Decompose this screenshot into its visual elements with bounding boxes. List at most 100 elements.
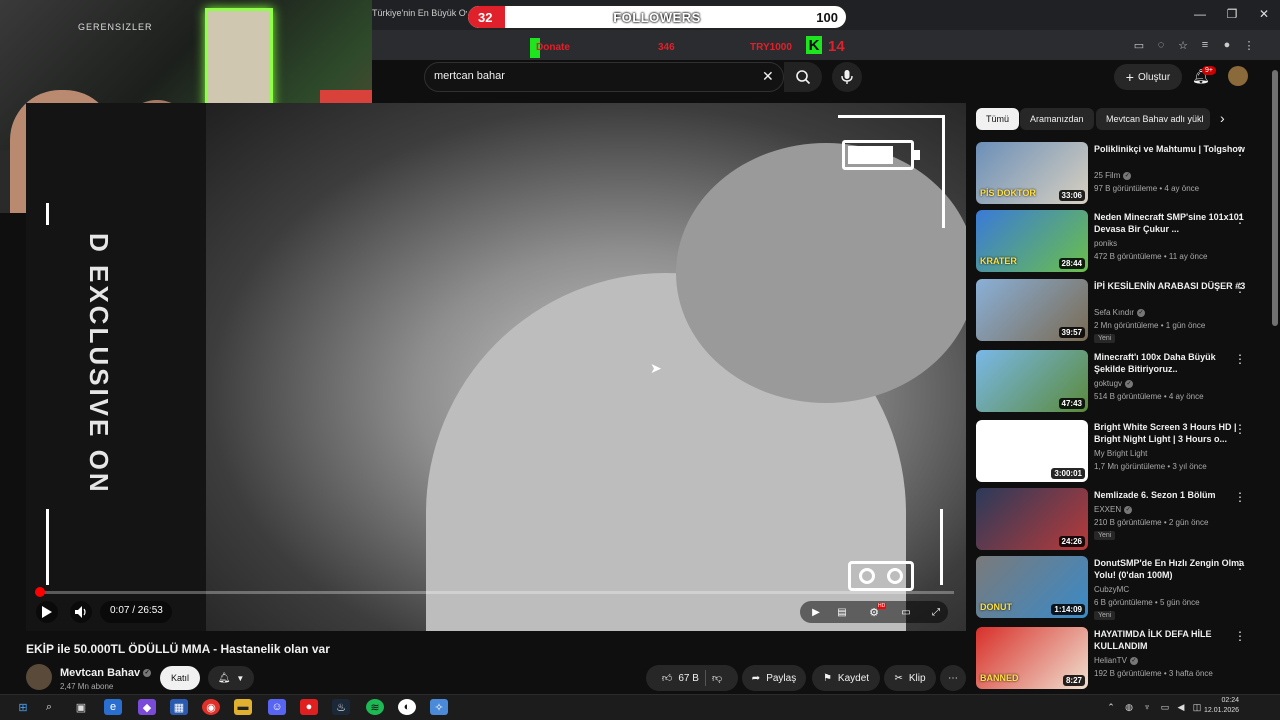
recommendation-channel[interactable]: CubzyMC — [1094, 585, 1129, 594]
store-app-icon[interactable]: ▦ — [170, 699, 188, 715]
play-button[interactable] — [36, 601, 58, 623]
recommendation-item[interactable]: KRATER 28:44 Neden Minecraft SMP'sine 101x… — [976, 210, 1266, 274]
clear-search-icon[interactable]: ✕ — [762, 68, 774, 85]
steam-app-icon[interactable]: ♨ — [332, 699, 350, 715]
recommendation-title[interactable]: Neden Minecraft SMP'sine 101x101 Devasa … — [1094, 211, 1246, 235]
account-avatar[interactable] — [1228, 66, 1248, 86]
chip-channel-uploads[interactable]: Mevtcan Bahav adlı yükl — [1096, 108, 1210, 130]
search-input[interactable]: mertcan bahar — [434, 70, 505, 82]
chip-from-search[interactable]: Aramanızdan — [1020, 108, 1094, 130]
tab-search-icon[interactable]: ≡ — [1196, 36, 1214, 54]
recommendation-thumbnail[interactable]: 3:00:01 — [976, 420, 1088, 482]
more-vertical-icon[interactable]: ⋮ — [1234, 629, 1246, 643]
progress-bar[interactable] — [34, 587, 954, 597]
recommendation-title[interactable]: Poliklinikçi ve Mahtumu | Tolgshow — [1094, 143, 1246, 155]
channel-avatar[interactable] — [26, 664, 52, 690]
edge-app-icon[interactable]: e — [104, 699, 122, 715]
obs-app-icon[interactable]: ◐ — [398, 699, 416, 715]
recommendation-item[interactable]: 47:43 Minecraft'ı 100x Daha Büyük Şekilde… — [976, 350, 1266, 414]
channel-name-text: Mevtcan Bahav — [60, 667, 141, 679]
browser-menu-icon[interactable]: ⋮ — [1240, 36, 1258, 54]
video-player[interactable]: D EXCLUSIVE ON ➤ 0:07 / 26:53 ▶︎ ▤ ⚙︎ HD… — [26, 103, 966, 631]
recommendation-item[interactable]: 3:00:01 Bright White Screen 3 Hours HD | … — [976, 420, 1266, 484]
recommendation-title[interactable]: DonutSMP'de En Hızlı Zengin Olma Yolu! (… — [1094, 557, 1246, 581]
subtitles-icon[interactable]: ▤ — [834, 604, 850, 620]
recommendation-channel[interactable]: poniks — [1094, 239, 1117, 248]
scrollbar-thumb[interactable] — [1272, 70, 1278, 326]
recommendation-channel[interactable]: goktugv ✓ — [1094, 379, 1134, 388]
tray-chevron-up-icon[interactable]: ⌃ — [1102, 699, 1120, 715]
clip-button[interactable]: ✂ Klip — [884, 665, 936, 691]
recommendation-title[interactable]: Bright White Screen 3 Hours HD | Bright … — [1094, 421, 1246, 445]
recommendation-item[interactable]: PİS DOKTOR 33:06 Poliklinikçi ve Mahtumu |… — [976, 142, 1266, 206]
more-vertical-icon[interactable]: ⋮ — [1234, 212, 1246, 226]
recommendation-thumbnail[interactable]: BANNED 8:27 — [976, 627, 1088, 689]
discord-app-icon[interactable]: ☺ — [268, 699, 286, 715]
scrubber-handle[interactable] — [34, 587, 45, 597]
tray-usb-icon[interactable]: ♆ — [1138, 699, 1156, 715]
recommendation-thumbnail[interactable]: DONUT 1:14:09 — [976, 556, 1088, 618]
recommendation-channel[interactable]: My Bright Light — [1094, 449, 1147, 458]
more-vertical-icon[interactable]: ⋮ — [1234, 422, 1246, 436]
share-button[interactable]: ➦ Paylaş — [742, 665, 806, 691]
more-horizontal-icon: ⋯ — [948, 672, 958, 684]
recommendation-thumbnail[interactable]: 39:57 — [976, 279, 1088, 341]
recommendation-title[interactable]: İPİ KESİLENİN ARABASI DÜŞER #3 — [1094, 280, 1246, 292]
chip-all[interactable]: Tümü — [976, 108, 1020, 130]
recommendation-item[interactable]: BANNED 8:27 HAYATIMDA İLK DEFA HİLE KULLAN… — [976, 627, 1266, 691]
recommendation-channel[interactable]: HelianTV ✓ — [1094, 656, 1138, 665]
like-button[interactable]: 👍︎ 67 B — [662, 672, 699, 685]
task-view-icon[interactable]: ▣ — [72, 699, 90, 715]
search-button[interactable] — [784, 62, 822, 92]
copilot-app-icon[interactable]: ◆ — [138, 699, 156, 715]
recorder-app-icon[interactable]: ● — [300, 699, 318, 715]
cast-icon[interactable]: ▭ — [1130, 36, 1148, 54]
profile-icon[interactable]: ● — [1218, 36, 1236, 54]
recommendation-item[interactable]: 24:26 Nemlizade 6. Sezon 1 Bölüm EXXEN ✓ 210… — [976, 488, 1266, 552]
more-vertical-icon[interactable]: ⋮ — [1234, 281, 1246, 295]
recommendation-thumbnail[interactable]: KRATER 28:44 — [976, 210, 1088, 272]
recommendation-item[interactable]: DONUT 1:14:09 DonutSMP'de En Hızlı Zengin … — [976, 556, 1266, 620]
fullscreen-icon[interactable]: ⤢ — [928, 604, 944, 620]
recommendation-channel[interactable]: EXXEN ✓ — [1094, 505, 1133, 514]
recommendation-title[interactable]: HAYATIMDA İLK DEFA HİLE KULLANDIM — [1094, 628, 1246, 652]
chrome-app-icon[interactable]: ◉ — [202, 699, 220, 715]
miniplayer-icon[interactable]: ▭ — [898, 604, 914, 620]
recommendation-thumbnail[interactable]: PİS DOKTOR 33:06 — [976, 142, 1088, 204]
save-button[interactable]: ⚑ Kaydet — [812, 665, 880, 691]
frame-corner-bl — [46, 509, 49, 585]
recommendation-channel[interactable]: 25 Film ✓ — [1094, 171, 1132, 180]
more-actions-button[interactable]: ⋯ — [940, 665, 966, 691]
more-vertical-icon[interactable]: ⋮ — [1234, 144, 1246, 158]
join-button[interactable]: Katıl — [160, 666, 200, 690]
recommendation-thumbnail[interactable]: 47:43 — [976, 350, 1088, 412]
more-vertical-icon[interactable]: ⋮ — [1234, 352, 1246, 366]
channel-name[interactable]: Mevtcan Bahav ✓ — [60, 667, 152, 679]
file-explorer-icon[interactable]: ▬ — [234, 699, 252, 715]
eye-off-icon[interactable]: ◌ — [1152, 36, 1170, 54]
more-vertical-icon[interactable]: ⋮ — [1234, 490, 1246, 504]
spotify-app-icon[interactable]: ≋ — [366, 699, 384, 715]
recommendation-item[interactable]: 39:57 İPİ KESİLENİN ARABASI DÜŞER #3 Sefa … — [976, 279, 1266, 343]
taskbar-search-icon[interactable]: ⌕ — [40, 699, 58, 715]
autoplay-toggle-icon[interactable]: ▶︎ — [808, 604, 824, 620]
maximize-button[interactable]: ❐ — [1216, 0, 1248, 28]
bookmark-star-icon[interactable]: ☆ — [1174, 36, 1192, 54]
recommendation-title[interactable]: Nemlizade 6. Sezon 1 Bölüm — [1094, 489, 1246, 501]
taskbar-clock[interactable]: 02:24 12.01.2026 — [1204, 696, 1239, 716]
dislike-button[interactable]: 👎︎ — [712, 672, 722, 684]
network-app-icon[interactable]: ✧ — [430, 699, 448, 715]
mute-button[interactable] — [70, 601, 92, 623]
voice-search-button[interactable] — [832, 62, 862, 92]
windows-start-icon[interactable]: ⊞ — [14, 699, 32, 715]
close-window-button[interactable]: ✕ — [1248, 0, 1280, 28]
chevron-right-icon[interactable]: › — [1220, 110, 1225, 126]
recommendation-title[interactable]: Minecraft'ı 100x Daha Büyük Şekilde Biti… — [1094, 351, 1246, 375]
recommendation-thumbnail[interactable]: 24:26 — [976, 488, 1088, 550]
subscription-bell-button[interactable]: 🔔︎ ▼ — [208, 666, 254, 690]
tray-app-icon[interactable]: ◍ — [1120, 699, 1138, 715]
minimize-button[interactable]: — — [1184, 0, 1216, 28]
recommendation-channel[interactable]: Sefa Kındır ✓ — [1094, 308, 1146, 317]
more-vertical-icon[interactable]: ⋮ — [1234, 558, 1246, 572]
create-button[interactable]: + Oluştur — [1114, 64, 1182, 90]
